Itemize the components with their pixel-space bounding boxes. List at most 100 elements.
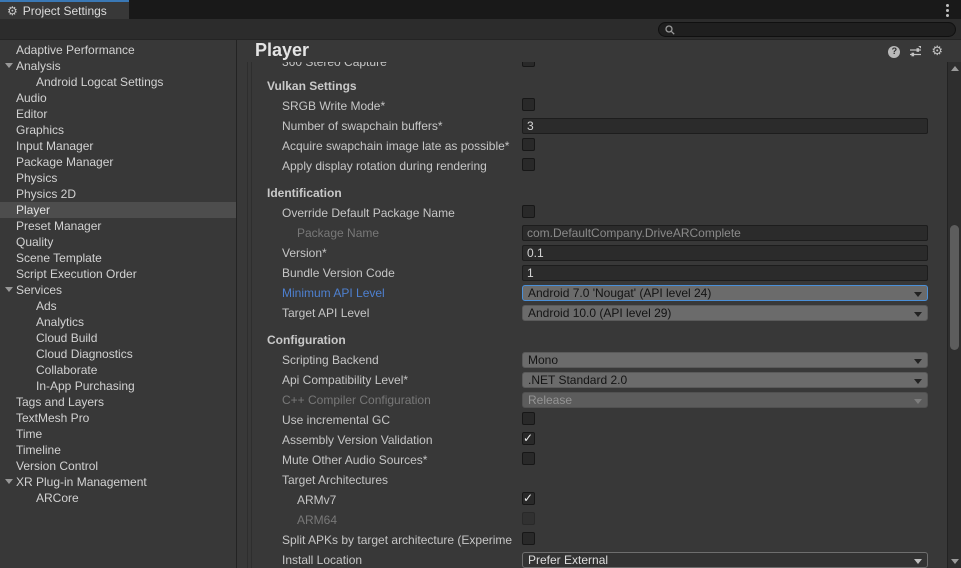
checkbox-override-default-package-name[interactable] <box>522 205 535 218</box>
sidebar-item-label: Time <box>16 427 42 441</box>
sidebar-item-textmesh-pro[interactable]: TextMesh Pro <box>0 410 236 426</box>
sidebar-item-physics-2d[interactable]: Physics 2D <box>0 186 236 202</box>
sidebar-item-label: Collaborate <box>36 363 97 377</box>
checkbox-acquire-swapchain-image-late-as-possible[interactable] <box>522 138 535 151</box>
setting-label-minimum-api-level: Minimum API Level <box>282 286 520 300</box>
gear-icon: ⚙ <box>7 5 18 17</box>
sidebar-item-analytics[interactable]: Analytics <box>0 314 236 330</box>
sidebar-item-package-manager[interactable]: Package Manager <box>0 154 236 170</box>
sidebar-item-label: Preset Manager <box>16 219 101 233</box>
setting-row-number-of-swapchain-buffers: Number of swapchain buffers*3 <box>237 116 947 136</box>
kebab-menu-icon[interactable] <box>943 4 951 17</box>
sidebar-item-ads[interactable]: Ads <box>0 298 236 314</box>
sidebar-item-label: Scene Template <box>16 251 102 265</box>
setting-label-scripting-backend: Scripting Backend <box>282 353 520 367</box>
gear-icon[interactable]: ⚙ <box>931 45 943 58</box>
setting-row-override-default-package-name: Override Default Package Name <box>237 203 947 223</box>
sidebar-item-player[interactable]: Player <box>0 202 236 218</box>
sidebar-item-editor[interactable]: Editor <box>0 106 236 122</box>
chevron-down-icon <box>914 399 922 404</box>
foldout-triangle-icon[interactable] <box>5 63 13 68</box>
dropdown-minimum-api-level[interactable]: Android 7.0 'Nougat' (API level 24) <box>522 285 928 301</box>
chevron-down-icon <box>914 359 922 364</box>
sidebar-item-adaptive-performance[interactable]: Adaptive Performance <box>0 42 236 58</box>
setting-row-install-location: Install LocationPrefer External <box>237 550 947 568</box>
vertical-scrollbar[interactable] <box>947 62 961 568</box>
setting-row-arm64: ARM64 <box>237 510 947 530</box>
setting-row-armv7: ARMv7✓ <box>237 490 947 510</box>
checkbox-split-apks-by-target-architecture-experime[interactable] <box>522 532 535 545</box>
sidebar-item-arcore[interactable]: ARCore <box>0 490 236 506</box>
tab-project-settings[interactable]: ⚙ Project Settings <box>0 0 129 19</box>
sidebar-item-xr-plug-in-management[interactable]: XR Plug-in Management <box>0 474 236 490</box>
setting-row-target-api-level: Target API LevelAndroid 10.0 (API level … <box>237 303 947 323</box>
sidebar-item-analysis[interactable]: Analysis <box>0 58 236 74</box>
preset-icon[interactable] <box>909 46 922 58</box>
sidebar-item-time[interactable]: Time <box>0 426 236 442</box>
setting-row-bundle-version-code: Bundle Version Code1 <box>237 263 947 283</box>
checkbox-mute-other-audio-sources[interactable] <box>522 452 535 465</box>
sidebar-item-input-manager[interactable]: Input Manager <box>0 138 236 154</box>
dropdown-install-location[interactable]: Prefer External <box>522 552 928 568</box>
field-number-of-swapchain-buffers[interactable]: 3 <box>522 118 928 134</box>
setting-label-api-compatibility-level: Api Compatibility Level* <box>282 373 520 387</box>
search-input[interactable] <box>679 24 949 36</box>
setting-label-acquire-swapchain-image-late-as-possible: Acquire swapchain image late as possible… <box>282 139 520 153</box>
field-bundle-version-code[interactable]: 1 <box>522 265 928 281</box>
search-icon <box>665 25 675 35</box>
section-header-identification: Identification <box>267 186 520 200</box>
sidebar-item-scene-template[interactable]: Scene Template <box>0 250 236 266</box>
checkbox-use-incremental-gc[interactable] <box>522 412 535 425</box>
sidebar-item-label: Services <box>16 283 62 297</box>
sidebar-item-timeline[interactable]: Timeline <box>0 442 236 458</box>
sidebar-item-in-app-purchasing[interactable]: In-App Purchasing <box>0 378 236 394</box>
sidebar-item-quality[interactable]: Quality <box>0 234 236 250</box>
dropdown-api-compatibility-level[interactable]: .NET Standard 2.0 <box>522 372 928 388</box>
foldout-triangle-icon[interactable] <box>5 287 13 292</box>
setting-label-use-incremental-gc: Use incremental GC <box>282 413 520 427</box>
checkmark-icon: ✓ <box>523 431 533 445</box>
checkbox-arm64[interactable] <box>522 512 535 525</box>
sidebar-item-preset-manager[interactable]: Preset Manager <box>0 218 236 234</box>
sidebar-item-tags-and-layers[interactable]: Tags and Layers <box>0 394 236 410</box>
scroll-down-arrow[interactable] <box>951 559 959 564</box>
sidebar-item-graphics[interactable]: Graphics <box>0 122 236 138</box>
dropdown-target-api-level[interactable]: Android 10.0 (API level 29) <box>522 305 928 321</box>
foldout-triangle-icon[interactable] <box>5 479 13 484</box>
scroll-up-arrow[interactable] <box>951 66 959 71</box>
scrollbar-thumb[interactable] <box>950 225 959 350</box>
settings-sidebar: Adaptive PerformanceAnalysisAndroid Logc… <box>0 40 237 568</box>
sidebar-item-label: ARCore <box>36 491 79 505</box>
main-area: Adaptive PerformanceAnalysisAndroid Logc… <box>0 40 961 568</box>
sidebar-item-audio[interactable]: Audio <box>0 90 236 106</box>
search-box[interactable] <box>658 22 956 37</box>
checkmark-icon: ✓ <box>523 491 533 505</box>
checkbox-armv7[interactable]: ✓ <box>522 492 535 505</box>
sidebar-item-android-logcat-settings[interactable]: Android Logcat Settings <box>0 74 236 90</box>
dropdown-c-compiler-configuration[interactable]: Release <box>522 392 928 408</box>
settings-panel: Player ? ⚙ 360 Stereo CaptureVulkan <box>237 40 961 568</box>
toolbar <box>0 19 961 40</box>
sidebar-item-label: Android Logcat Settings <box>36 75 163 89</box>
dropdown-scripting-backend[interactable]: Mono <box>522 352 928 368</box>
sidebar-item-label: Audio <box>16 91 47 105</box>
checkbox-360-stereo-capture[interactable] <box>522 62 535 67</box>
field-version[interactable]: 0.1 <box>522 245 928 261</box>
sidebar-item-script-execution-order[interactable]: Script Execution Order <box>0 266 236 282</box>
checkbox-assembly-version-validation[interactable]: ✓ <box>522 432 535 445</box>
sidebar-item-collaborate[interactable]: Collaborate <box>0 362 236 378</box>
sidebar-item-label: Ads <box>36 299 57 313</box>
setting-row-srgb-write-mode: SRGB Write Mode* <box>237 96 947 116</box>
sidebar-item-services[interactable]: Services <box>0 282 236 298</box>
help-icon[interactable]: ? <box>888 46 900 58</box>
setting-row-split-apks-by-target-architecture-experime: Split APKs by target architecture (Exper… <box>237 530 947 550</box>
sidebar-item-label: Cloud Diagnostics <box>36 347 133 361</box>
sidebar-item-physics[interactable]: Physics <box>0 170 236 186</box>
sidebar-item-cloud-diagnostics[interactable]: Cloud Diagnostics <box>0 346 236 362</box>
tab-bar: ⚙ Project Settings <box>0 0 961 19</box>
checkbox-srgb-write-mode[interactable] <box>522 98 535 111</box>
field-package-name[interactable]: com.DefaultCompany.DriveARComplete <box>522 225 928 241</box>
checkbox-apply-display-rotation-during-rendering[interactable] <box>522 158 535 171</box>
sidebar-item-cloud-build[interactable]: Cloud Build <box>0 330 236 346</box>
sidebar-item-version-control[interactable]: Version Control <box>0 458 236 474</box>
